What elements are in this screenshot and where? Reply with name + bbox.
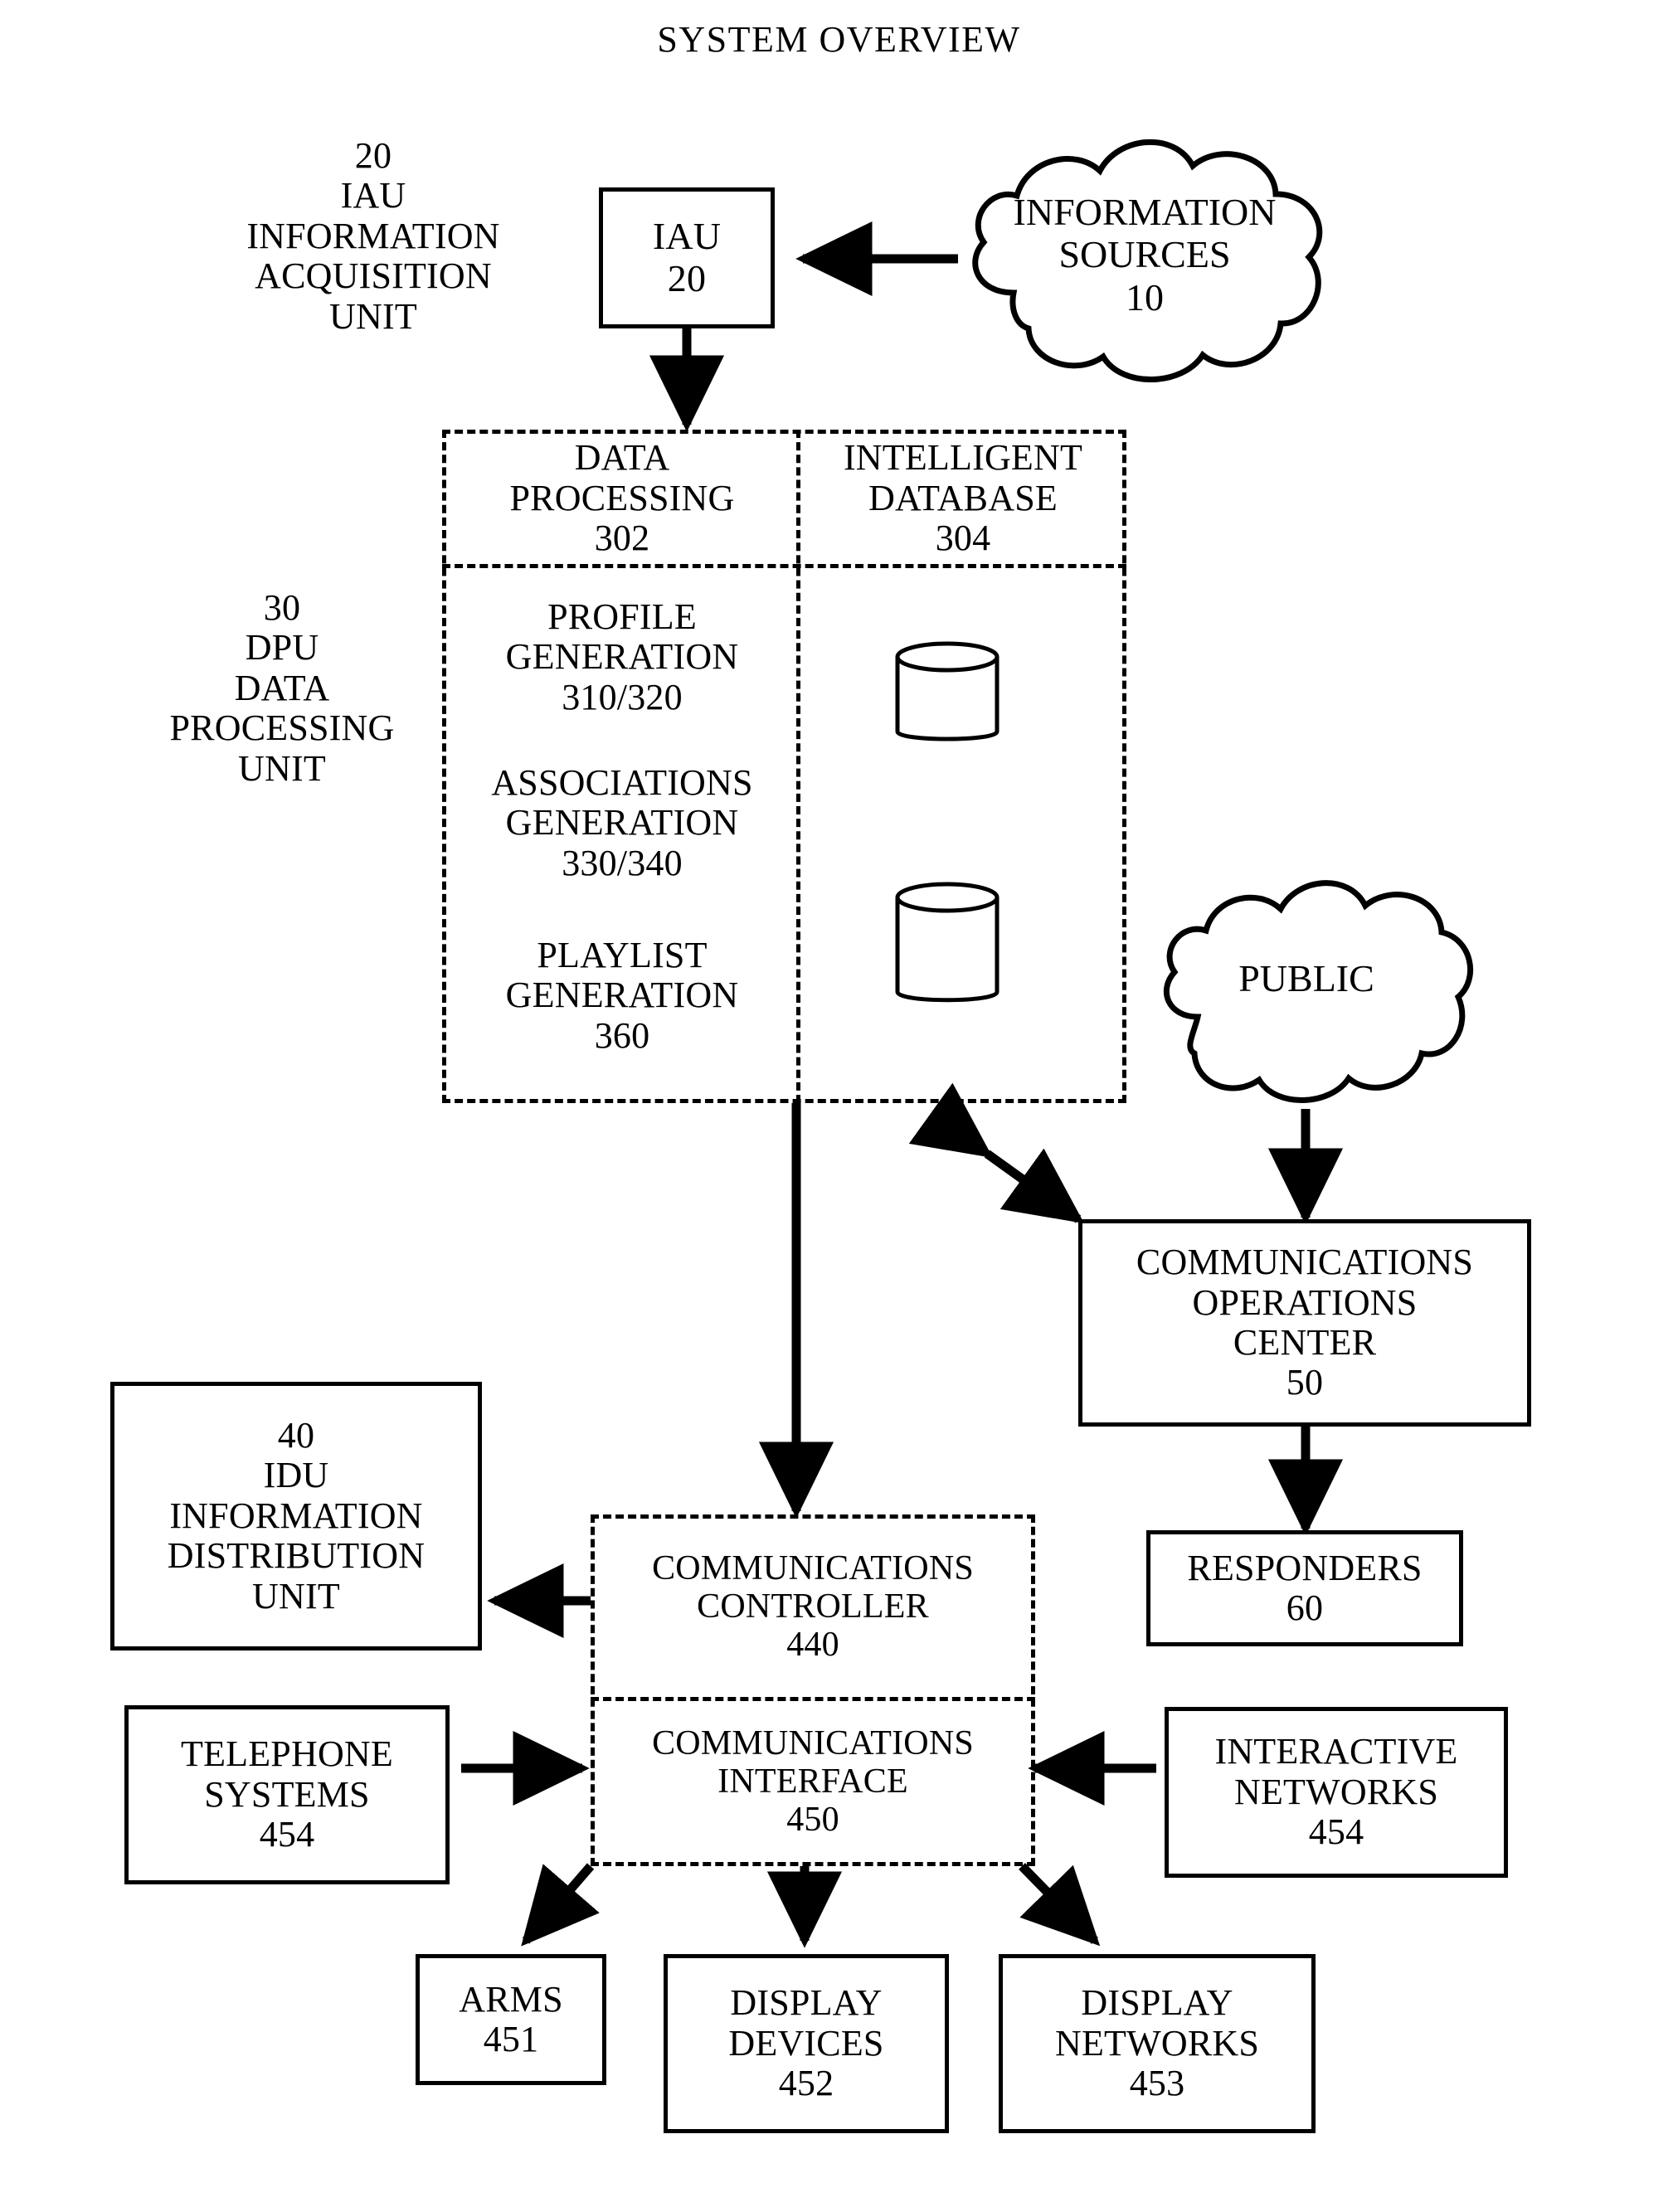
networks-line1: INTERACTIVE	[1214, 1731, 1458, 1772]
associations-generation-line1: ASSOCIATIONS	[491, 761, 753, 803]
page-title: SYSTEM OVERVIEW	[657, 19, 1021, 60]
display-networks-line1: DISPLAY	[1081, 1982, 1233, 2024]
iau-side-line3: INFORMATION	[246, 215, 500, 256]
iau-side-line4: ACQUISITION	[255, 255, 492, 297]
dpu-horizontal-separator	[442, 564, 1126, 568]
iau-side-line5: UNIT	[329, 295, 417, 337]
playlist-generation-cell[interactable]: PLAYLIST GENERATION 360	[448, 927, 796, 1064]
profile-generation-cell[interactable]: PROFILE GENERATION 310/320	[448, 589, 796, 726]
profile-generation-line3: 310/320	[562, 676, 683, 717]
public-label: PUBLIC	[1149, 946, 1464, 1012]
associations-generation-cell[interactable]: ASSOCIATIONS GENERATION 330/340	[448, 755, 796, 892]
comm-controller-line2: CONTROLLER	[697, 1587, 929, 1626]
sources-line1: INFORMATION	[1013, 190, 1277, 233]
responders-line2: 60	[1286, 1587, 1324, 1628]
communications-operations-center-box[interactable]: COMMUNICATIONS OPERATIONS CENTER 50	[1078, 1219, 1531, 1427]
iau-box[interactable]: IAU 20	[599, 187, 775, 328]
iau-side-label: 20 IAU INFORMATION ACQUISITION UNIT	[199, 133, 547, 340]
display-devices-line2: DEVICES	[728, 2022, 884, 2064]
wire-interface-to-arms	[521, 1863, 600, 1947]
display-networks-line2: NETWORKS	[1054, 2022, 1260, 2064]
coc-line2: OPERATIONS	[1192, 1281, 1418, 1323]
display-networks-line3: 453	[1129, 2063, 1185, 2104]
idu-line5: UNIT	[252, 1575, 340, 1616]
iau-line1: IAU	[652, 215, 722, 258]
telephone-line2: SYSTEMS	[204, 1773, 370, 1815]
dpu-side-line3: DATA	[234, 667, 330, 708]
idu-line4: DISTRIBUTION	[167, 1535, 426, 1577]
comm-controller-line3: 440	[786, 1626, 839, 1665]
idu-line1: 40	[277, 1415, 315, 1456]
telephone-systems-box[interactable]: TELEPHONE SYSTEMS 454	[124, 1705, 450, 1884]
sources-line3: 10	[1126, 275, 1164, 318]
coc-line4: 50	[1286, 1362, 1324, 1403]
networks-line3: 454	[1308, 1811, 1364, 1853]
playlist-generation-line2: GENERATION	[505, 975, 739, 1016]
intelligent-database-line2: DATABASE	[868, 477, 1058, 518]
display-devices-line1: DISPLAY	[730, 1982, 883, 2024]
associations-generation-line3: 330/340	[562, 842, 683, 883]
telephone-line3: 454	[259, 1814, 315, 1855]
networks-line2: NETWORKS	[1233, 1771, 1439, 1812]
playlist-generation-line1: PLAYLIST	[537, 934, 708, 975]
dpu-side-line4: PROCESSING	[169, 707, 395, 749]
data-processing-line3: 302	[594, 518, 650, 559]
public-line1: PUBLIC	[1238, 957, 1374, 1000]
database-cylinder-icon-1	[895, 641, 1000, 741]
communications-controller-cell[interactable]: COMMUNICATIONS CONTROLLER 440	[594, 1519, 1032, 1694]
responders-line1: RESPONDERS	[1187, 1547, 1423, 1588]
iau-line2: 20	[667, 257, 707, 299]
idu-box[interactable]: 40 IDU INFORMATION DISTRIBUTION UNIT	[110, 1382, 482, 1650]
data-processing-cell[interactable]: DATA PROCESSING 302	[448, 433, 796, 564]
comm-controller-line1: COMMUNICATIONS	[652, 1548, 974, 1587]
intelligent-database-line3: 304	[935, 518, 991, 559]
intelligent-database-cell[interactable]: INTELLIGENT DATABASE 304	[801, 433, 1125, 564]
interactive-networks-box[interactable]: INTERACTIVE NETWORKS 454	[1165, 1707, 1508, 1878]
intelligent-database-line1: INTELLIGENT	[843, 437, 1083, 479]
arms-line1: ARMS	[459, 1978, 563, 2020]
communications-unit-separator	[591, 1697, 1035, 1701]
wire-interface-to-display-networks	[1019, 1863, 1101, 1947]
associations-generation-line2: GENERATION	[505, 802, 739, 843]
arms-box[interactable]: ARMS 451	[416, 1954, 606, 2085]
data-processing-line1: DATA	[574, 437, 670, 479]
database-cylinder-icon-2	[895, 882, 1000, 1003]
dpu-vertical-separator	[796, 430, 800, 1103]
arms-line2: 451	[483, 2019, 539, 2059]
comm-interface-line3: 450	[786, 1801, 839, 1840]
display-devices-box[interactable]: DISPLAY DEVICES 452	[664, 1954, 949, 2133]
information-sources-label: INFORMATION SOURCES 10	[954, 151, 1335, 358]
dpu-side-line5: UNIT	[238, 747, 326, 789]
display-devices-line3: 452	[778, 2063, 834, 2104]
responders-box[interactable]: RESPONDERS 60	[1146, 1530, 1463, 1646]
playlist-generation-line3: 360	[594, 1014, 650, 1056]
dpu-side-label: 30 DPU DATA PROCESSING UNIT	[108, 581, 456, 796]
telephone-line1: TELEPHONE	[181, 1733, 393, 1775]
comm-interface-line1: COMMUNICATIONS	[652, 1723, 974, 1762]
idu-line3: INFORMATION	[169, 1495, 423, 1536]
diagram-canvas: SYSTEM OVERVIEW INFORMATION SOURCES 10 P…	[0, 0, 1678, 2212]
data-processing-line2: PROCESSING	[509, 477, 735, 518]
dpu-side-line1: 30	[263, 587, 301, 629]
dpu-side-line2: DPU	[245, 627, 319, 668]
idu-line2: IDU	[263, 1455, 329, 1496]
communications-interface-cell[interactable]: COMMUNICATIONS INTERFACE 450	[594, 1700, 1032, 1863]
iau-side-line2: IAU	[340, 175, 406, 216]
profile-generation-line1: PROFILE	[547, 596, 697, 637]
coc-line3: CENTER	[1233, 1322, 1377, 1363]
display-networks-box[interactable]: DISPLAY NETWORKS 453	[999, 1954, 1316, 2133]
comm-interface-line2: INTERFACE	[717, 1762, 908, 1801]
iau-side-line1: 20	[354, 135, 392, 177]
profile-generation-line2: GENERATION	[505, 636, 739, 678]
wire-dpu-to-coc	[908, 1082, 1085, 1224]
sources-line2: SOURCES	[1058, 233, 1231, 276]
coc-line1: COMMUNICATIONS	[1136, 1242, 1474, 1283]
